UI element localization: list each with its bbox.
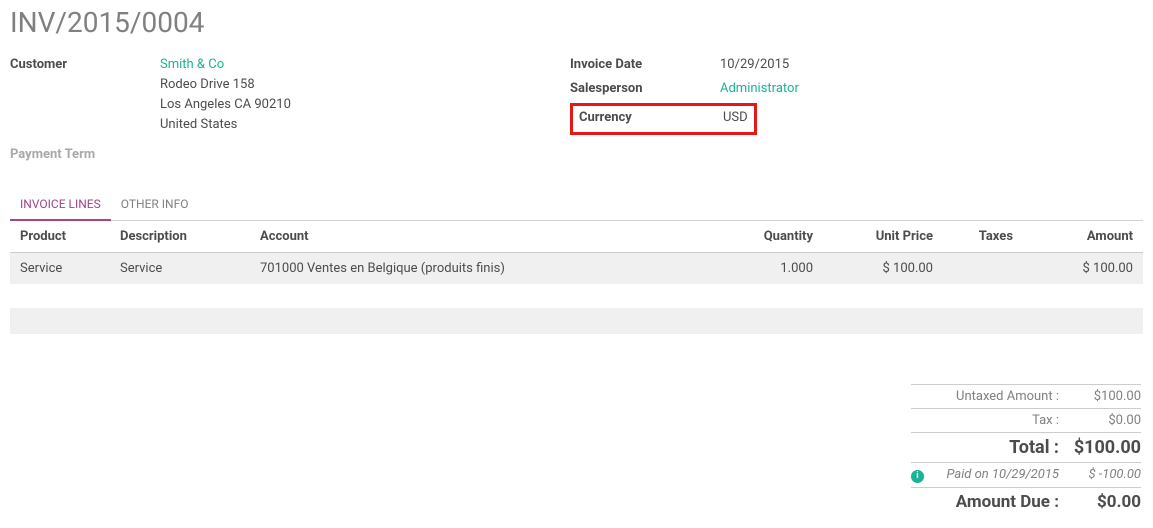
invoice-lines-table: Product Description Account Quantity Uni… [10,221,1143,284]
customer-label: Customer [10,55,160,135]
due-value: $0.00 [1071,492,1141,512]
col-description: Description [110,221,250,253]
tab-invoice-lines[interactable]: INVOICE LINES [10,189,111,221]
total-label: Total : [911,437,1071,458]
cell-account: 701000 Ventes en Belgique (produits fini… [250,253,723,285]
due-label: Amount Due : [911,492,1071,512]
cell-product: Service [10,253,110,285]
table-row[interactable]: Service Service 701000 Ventes en Belgiqu… [10,253,1143,285]
currency-value: USD [723,108,748,128]
salesperson-link[interactable]: Administrator [720,79,799,99]
table-footer-bar [10,308,1143,334]
paid-value: $ -100.00 [1071,467,1141,482]
col-taxes: Taxes [943,221,1023,253]
col-quantity: Quantity [723,221,823,253]
address-line3: United States [160,115,291,135]
total-value: $100.00 [1071,437,1141,458]
cell-taxes [943,253,1023,285]
col-unit-price: Unit Price [823,221,943,253]
untaxed-label: Untaxed Amount : [911,389,1071,404]
tab-other-info[interactable]: OTHER INFO [111,189,199,220]
cell-quantity: 1.000 [723,253,823,285]
info-icon[interactable]: i [911,470,924,483]
cell-unit-price: $ 100.00 [823,253,943,285]
invoice-date-value: 10/29/2015 [720,55,789,75]
salesperson-label: Salesperson [570,79,720,99]
totals-block: Untaxed Amount : $100.00 Tax : $0.00 Tot… [911,384,1141,516]
address-line2: Los Angeles CA 90210 [160,95,291,115]
page-title: INV/2015/0004 [0,0,1153,55]
cell-amount: $ 100.00 [1023,253,1143,285]
address-line1: Rodeo Drive 158 [160,75,291,95]
col-account: Account [250,221,723,253]
col-product: Product [10,221,110,253]
currency-highlight: Currency USD [570,103,1143,135]
col-amount: Amount [1023,221,1143,253]
payment-term-label: Payment Term [10,145,160,165]
untaxed-value: $100.00 [1071,389,1141,404]
currency-label: Currency [579,108,723,128]
invoice-date-label: Invoice Date [570,55,720,75]
tax-label: Tax : [911,413,1071,428]
cell-description: Service [110,253,250,285]
tax-value: $0.00 [1071,413,1141,428]
customer-link[interactable]: Smith & Co [160,55,291,75]
paid-label: Paid on 10/29/2015 [930,467,1071,482]
